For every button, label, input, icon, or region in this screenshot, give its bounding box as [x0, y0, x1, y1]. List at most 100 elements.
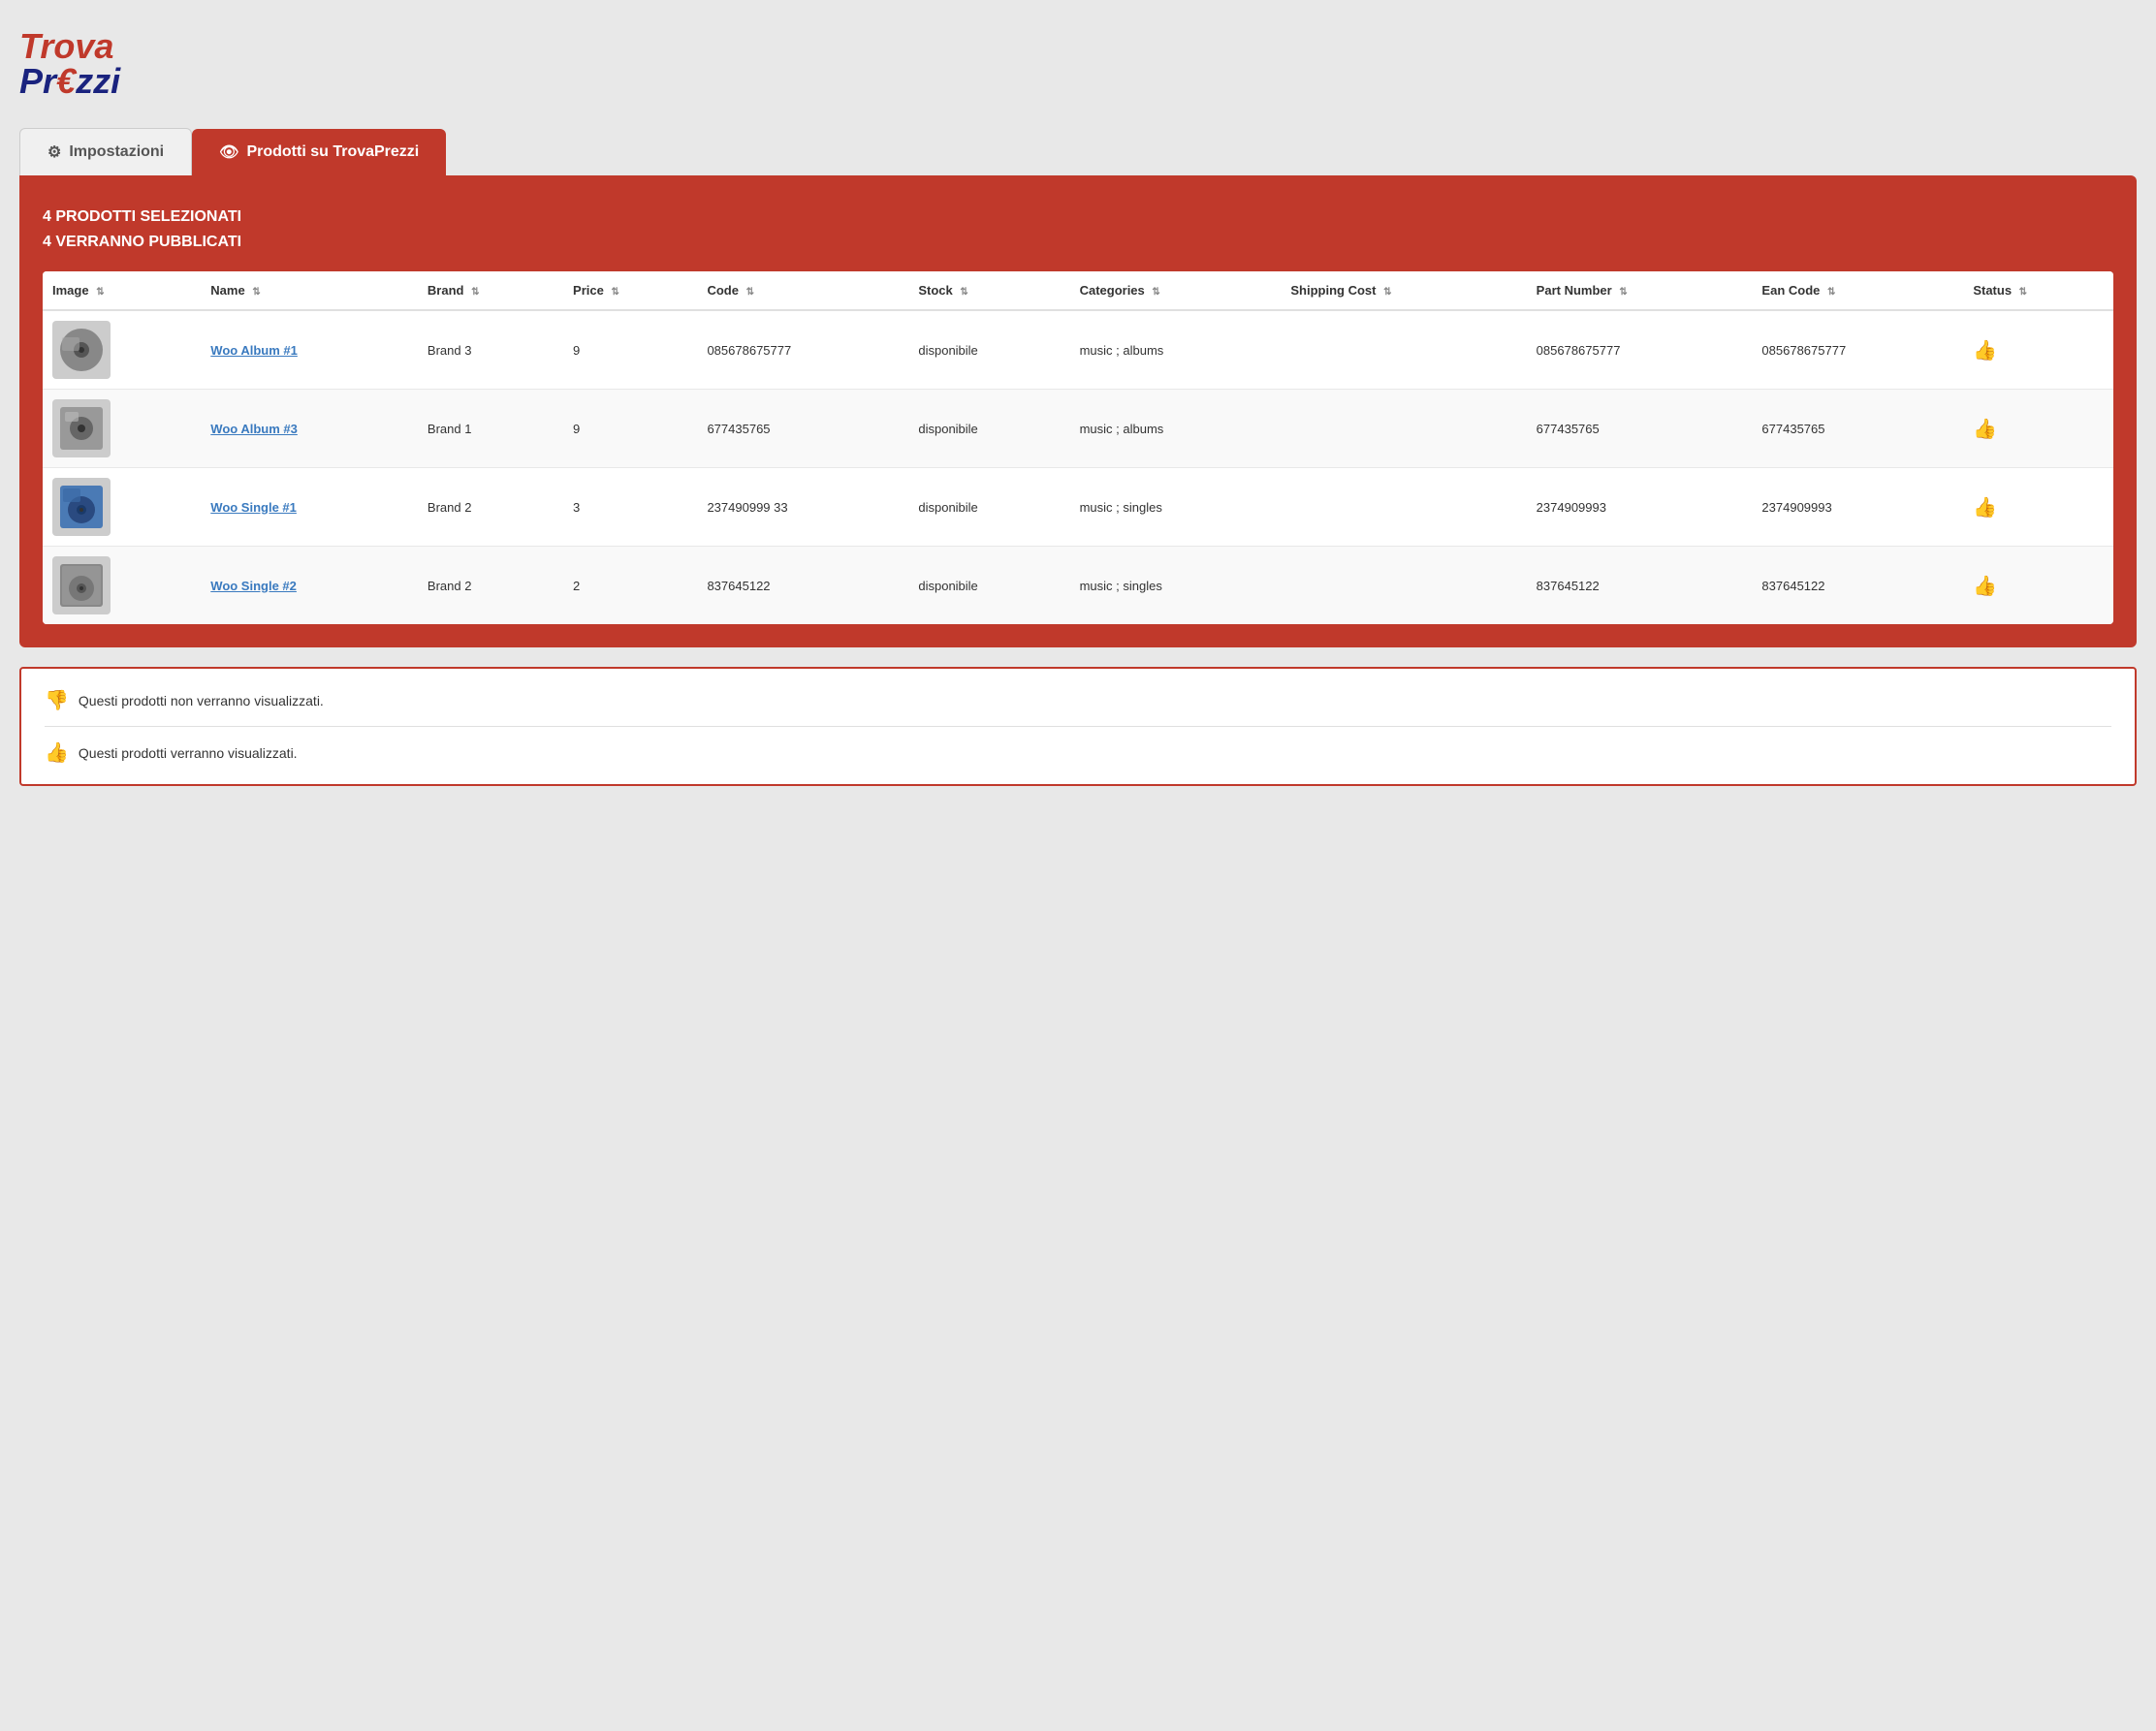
cell-categories: music ; singles: [1070, 468, 1282, 547]
col-ean-code[interactable]: Ean Code ⇅: [1752, 271, 1963, 310]
cell-brand: Brand 2: [418, 468, 563, 547]
tab-prodotti-label: Prodotti su TrovaPrezzi: [246, 143, 419, 161]
legend-negative: 👎 Questi prodotti non verranno visualizz…: [45, 688, 2111, 712]
col-part-number[interactable]: Part Number ⇅: [1527, 271, 1753, 310]
tab-prodotti[interactable]: 👁 Prodotti su TrovaPrezzi: [192, 129, 446, 175]
cell-stock: disponibile: [908, 310, 1069, 390]
cell-part-number: 085678675777: [1527, 310, 1753, 390]
cell-price: 2: [563, 547, 697, 625]
cell-code: 677435765: [697, 390, 908, 468]
cell-shipping-cost: [1281, 310, 1526, 390]
col-price[interactable]: Price ⇅: [563, 271, 697, 310]
sort-icon-code: ⇅: [746, 287, 754, 298]
cell-image: [43, 468, 201, 547]
cell-name[interactable]: Woo Single #2: [201, 547, 418, 625]
col-stock[interactable]: Stock ⇅: [908, 271, 1069, 310]
cell-price: 3: [563, 468, 697, 547]
thumbs-up-icon: 👍: [1973, 340, 1997, 362]
sort-icon-shipping: ⇅: [1383, 287, 1391, 298]
sort-icon-categories: ⇅: [1152, 287, 1159, 298]
cell-part-number: 677435765: [1527, 390, 1753, 468]
tabs-bar: ⚙ Impostazioni 👁 Prodotti su TrovaPrezzi: [19, 128, 2137, 175]
sort-icon-name: ⇅: [252, 287, 260, 298]
selected-count: 4 PRODOTTI SELEZIONATI: [43, 205, 2113, 230]
table-header-row: Image ⇅ Name ⇅ Brand ⇅ Price ⇅ Code ⇅ St…: [43, 271, 2113, 310]
cell-code: 237490999 33: [697, 468, 908, 547]
product-image: [52, 478, 111, 536]
cell-image: [43, 390, 201, 468]
main-panel: 4 PRODOTTI SELEZIONATI 4 VERRANNO PUBBLI…: [19, 175, 2137, 647]
cell-code: 837645122: [697, 547, 908, 625]
tab-impostazioni[interactable]: ⚙ Impostazioni: [19, 128, 192, 175]
gear-icon: ⚙: [48, 142, 61, 162]
col-categories[interactable]: Categories ⇅: [1070, 271, 1282, 310]
cell-price: 9: [563, 310, 697, 390]
logo-trova: Trova: [19, 29, 120, 64]
logo: Trova Pr€zzi: [19, 29, 120, 99]
cell-ean-code: 085678675777: [1752, 310, 1963, 390]
col-image[interactable]: Image ⇅: [43, 271, 201, 310]
cell-price: 9: [563, 390, 697, 468]
cell-brand: Brand 3: [418, 310, 563, 390]
col-status[interactable]: Status ⇅: [1963, 271, 2113, 310]
cell-status: 👍: [1963, 468, 2113, 547]
table-row: Woo Single #2Brand 22837645122disponibil…: [43, 547, 2113, 625]
cell-ean-code: 677435765: [1752, 390, 1963, 468]
cell-stock: disponibile: [908, 468, 1069, 547]
product-table: Image ⇅ Name ⇅ Brand ⇅ Price ⇅ Code ⇅ St…: [43, 271, 2113, 624]
product-image: [52, 556, 111, 614]
eye-icon: 👁: [219, 142, 238, 162]
cell-part-number: 2374909993: [1527, 468, 1753, 547]
thumbs-up-icon: 👍: [1973, 419, 1997, 440]
sort-icon-brand: ⇅: [471, 287, 479, 298]
logo-prezzi: Pr€zzi: [19, 64, 120, 99]
cell-status: 👍: [1963, 547, 2113, 625]
col-shipping-cost[interactable]: Shipping Cost ⇅: [1281, 271, 1526, 310]
product-link[interactable]: Woo Album #1: [210, 343, 298, 358]
col-code[interactable]: Code ⇅: [697, 271, 908, 310]
cell-categories: music ; singles: [1070, 547, 1282, 625]
legend-box: 👎 Questi prodotti non verranno visualizz…: [19, 667, 2137, 786]
cell-categories: music ; albums: [1070, 310, 1282, 390]
thumbs-up-icon: 👍: [1973, 497, 1997, 519]
published-count: 4 VERRANNO PUBBLICATI: [43, 230, 2113, 255]
cell-categories: music ; albums: [1070, 390, 1282, 468]
sort-icon-stock: ⇅: [960, 287, 967, 298]
legend-positive: 👍 Questi prodotti verranno visualizzati.: [45, 740, 2111, 765]
sort-icon-price: ⇅: [611, 287, 618, 298]
product-link[interactable]: Woo Single #1: [210, 500, 297, 515]
logo-euro: €: [56, 61, 76, 101]
col-name[interactable]: Name ⇅: [201, 271, 418, 310]
sort-icon-eancode: ⇅: [1827, 287, 1835, 298]
cell-status: 👍: [1963, 310, 2113, 390]
sort-icon-image: ⇅: [96, 287, 104, 298]
thumbs-up-icon: 👍: [45, 740, 69, 765]
cell-ean-code: 837645122: [1752, 547, 1963, 625]
cell-shipping-cost: [1281, 468, 1526, 547]
legend-divider: [45, 726, 2111, 727]
product-link[interactable]: Woo Album #3: [210, 422, 298, 436]
cell-stock: disponibile: [908, 390, 1069, 468]
cell-ean-code: 2374909993: [1752, 468, 1963, 547]
product-link[interactable]: Woo Single #2: [210, 579, 297, 593]
cell-brand: Brand 1: [418, 390, 563, 468]
cell-brand: Brand 2: [418, 547, 563, 625]
sort-icon-status: ⇅: [2019, 287, 2027, 298]
cell-name[interactable]: Woo Album #3: [201, 390, 418, 468]
cell-part-number: 837645122: [1527, 547, 1753, 625]
cell-name[interactable]: Woo Single #1: [201, 468, 418, 547]
cell-stock: disponibile: [908, 547, 1069, 625]
table-row: Woo Album #1Brand 39085678675777disponib…: [43, 310, 2113, 390]
cell-code: 085678675777: [697, 310, 908, 390]
table-row: Woo Single #1 Brand 23237490999 33disponi…: [43, 468, 2113, 547]
cell-shipping-cost: [1281, 547, 1526, 625]
sort-icon-partnumber: ⇅: [1619, 287, 1627, 298]
logo-area: Trova Pr€zzi: [19, 19, 2137, 109]
tab-impostazioni-label: Impostazioni: [69, 143, 164, 161]
panel-header: 4 PRODOTTI SELEZIONATI 4 VERRANNO PUBBLI…: [43, 205, 2113, 254]
cell-name[interactable]: Woo Album #1: [201, 310, 418, 390]
col-brand[interactable]: Brand ⇅: [418, 271, 563, 310]
table-row: Woo Album #3Brand 19677435765disponibile…: [43, 390, 2113, 468]
product-image: [52, 321, 111, 379]
cell-image: [43, 547, 201, 625]
